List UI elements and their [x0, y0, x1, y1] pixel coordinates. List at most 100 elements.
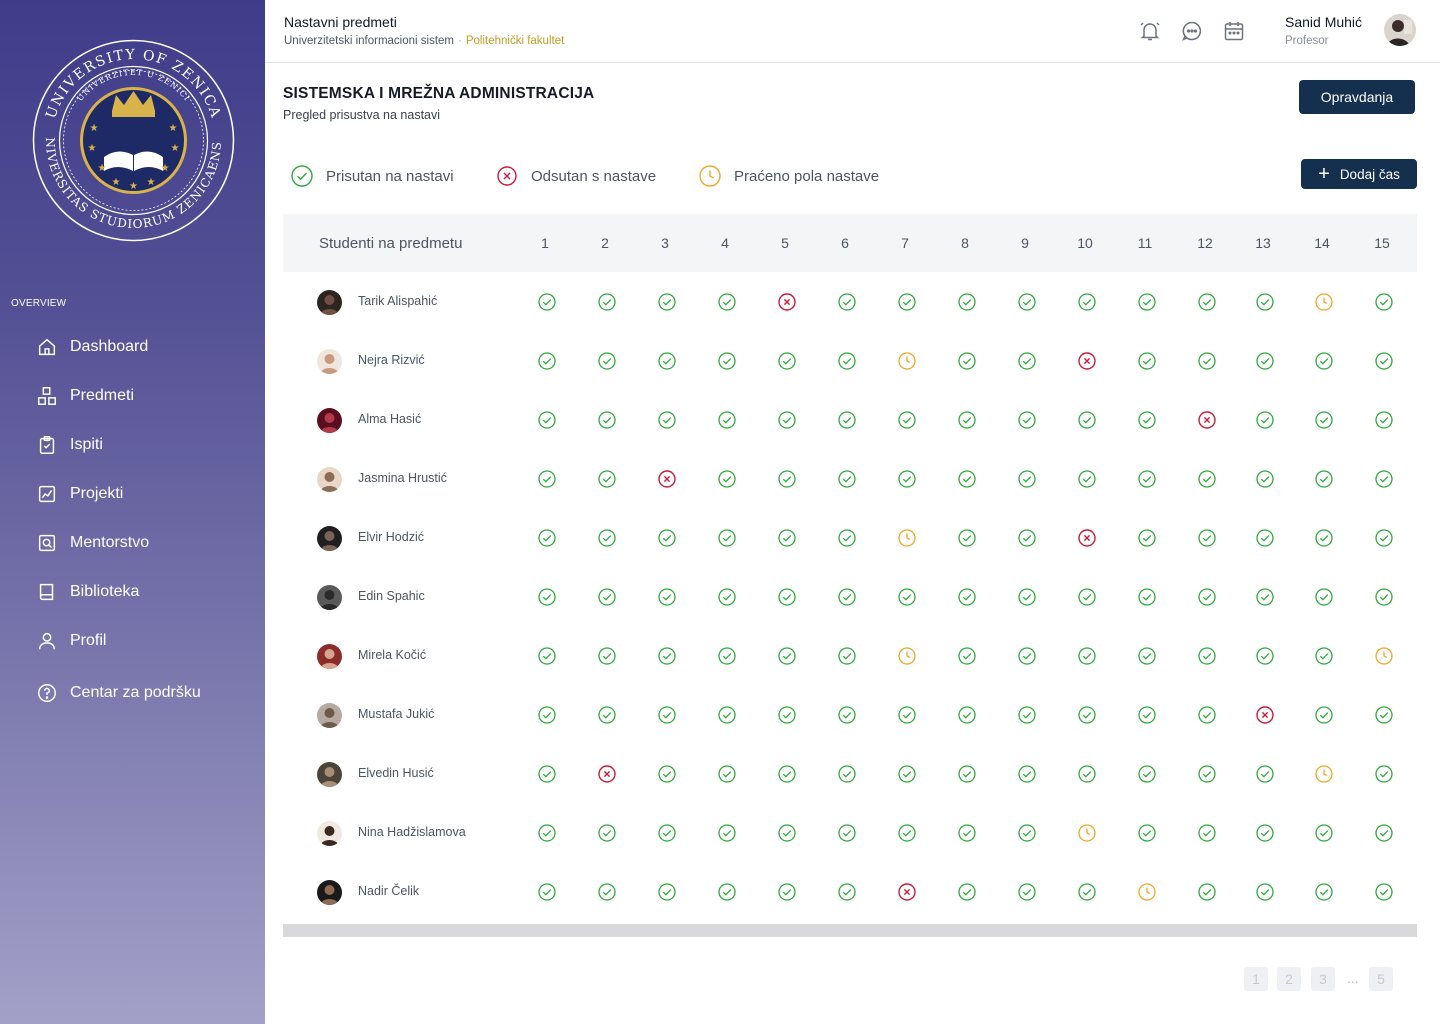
present-check-icon[interactable]: [1374, 823, 1394, 843]
present-check-icon[interactable]: [1077, 469, 1097, 489]
absent-x-icon[interactable]: [657, 469, 677, 489]
present-check-icon[interactable]: [1137, 587, 1157, 607]
present-check-icon[interactable]: [597, 882, 617, 902]
page-5-button[interactable]: 5: [1369, 967, 1393, 991]
present-check-icon[interactable]: [717, 764, 737, 784]
present-check-icon[interactable]: [1017, 646, 1037, 666]
present-check-icon[interactable]: [1255, 469, 1275, 489]
student-name[interactable]: Elvir Hodzić: [358, 530, 424, 544]
present-check-icon[interactable]: [1197, 528, 1217, 548]
present-check-icon[interactable]: [1017, 351, 1037, 371]
present-check-icon[interactable]: [837, 469, 857, 489]
sidebar-item-biblioteka[interactable]: Biblioteka: [36, 577, 139, 607]
present-check-icon[interactable]: [1255, 823, 1275, 843]
student-name[interactable]: Jasmina Hrustić: [358, 471, 447, 485]
present-check-icon[interactable]: [777, 882, 797, 902]
present-check-icon[interactable]: [1197, 705, 1217, 725]
present-check-icon[interactable]: [1017, 410, 1037, 430]
present-check-icon[interactable]: [1017, 469, 1037, 489]
page-2-button[interactable]: 2: [1277, 967, 1301, 991]
present-check-icon[interactable]: [957, 646, 977, 666]
present-check-icon[interactable]: [1314, 351, 1334, 371]
present-check-icon[interactable]: [657, 292, 677, 312]
present-check-icon[interactable]: [657, 587, 677, 607]
present-check-icon[interactable]: [1374, 469, 1394, 489]
present-check-icon[interactable]: [717, 587, 737, 607]
present-check-icon[interactable]: [1255, 351, 1275, 371]
half-clock-icon[interactable]: [897, 351, 917, 371]
present-check-icon[interactable]: [897, 764, 917, 784]
student-name[interactable]: Alma Hasić: [358, 412, 421, 426]
absent-x-icon[interactable]: [777, 292, 797, 312]
present-check-icon[interactable]: [597, 646, 617, 666]
present-check-icon[interactable]: [1314, 587, 1334, 607]
present-check-icon[interactable]: [1314, 410, 1334, 430]
half-clock-icon[interactable]: [1374, 646, 1394, 666]
present-check-icon[interactable]: [1137, 410, 1157, 430]
present-check-icon[interactable]: [837, 823, 857, 843]
present-check-icon[interactable]: [597, 351, 617, 371]
present-check-icon[interactable]: [1197, 351, 1217, 371]
present-check-icon[interactable]: [597, 292, 617, 312]
sidebar-item-centar-za-podrsku[interactable]: Centar za podršku: [36, 678, 201, 708]
present-check-icon[interactable]: [1077, 646, 1097, 666]
present-check-icon[interactable]: [837, 528, 857, 548]
half-clock-icon[interactable]: [1077, 823, 1097, 843]
sidebar-item-profil[interactable]: Profil: [36, 626, 106, 656]
present-check-icon[interactable]: [1255, 410, 1275, 430]
student-name[interactable]: Nadir Čelik: [358, 884, 419, 898]
present-check-icon[interactable]: [1197, 823, 1217, 843]
present-check-icon[interactable]: [897, 410, 917, 430]
present-check-icon[interactable]: [537, 469, 557, 489]
present-check-icon[interactable]: [717, 823, 737, 843]
present-check-icon[interactable]: [957, 351, 977, 371]
sidebar-item-mentorstvo[interactable]: Mentorstvo: [36, 528, 149, 558]
present-check-icon[interactable]: [837, 882, 857, 902]
present-check-icon[interactable]: [777, 646, 797, 666]
present-check-icon[interactable]: [957, 292, 977, 312]
present-check-icon[interactable]: [1077, 292, 1097, 312]
present-check-icon[interactable]: [957, 705, 977, 725]
present-check-icon[interactable]: [657, 705, 677, 725]
present-check-icon[interactable]: [837, 292, 857, 312]
absent-x-icon[interactable]: [897, 882, 917, 902]
present-check-icon[interactable]: [1017, 705, 1037, 725]
present-check-icon[interactable]: [1197, 882, 1217, 902]
present-check-icon[interactable]: [777, 351, 797, 371]
absent-x-icon[interactable]: [1197, 410, 1217, 430]
present-check-icon[interactable]: [1374, 410, 1394, 430]
present-check-icon[interactable]: [537, 292, 557, 312]
present-check-icon[interactable]: [717, 646, 737, 666]
present-check-icon[interactable]: [657, 528, 677, 548]
present-check-icon[interactable]: [777, 528, 797, 548]
horizontal-scrollbar[interactable]: [283, 924, 1417, 937]
present-check-icon[interactable]: [1017, 764, 1037, 784]
present-check-icon[interactable]: [1077, 587, 1097, 607]
present-check-icon[interactable]: [957, 469, 977, 489]
present-check-icon[interactable]: [1374, 705, 1394, 725]
present-check-icon[interactable]: [1255, 882, 1275, 902]
student-name[interactable]: Mustafa Jukić: [358, 707, 434, 721]
present-check-icon[interactable]: [1137, 764, 1157, 784]
present-check-icon[interactable]: [957, 764, 977, 784]
present-check-icon[interactable]: [537, 823, 557, 843]
present-check-icon[interactable]: [1374, 587, 1394, 607]
student-name[interactable]: Elvedin Husić: [358, 766, 434, 780]
present-check-icon[interactable]: [1314, 646, 1334, 666]
present-check-icon[interactable]: [777, 469, 797, 489]
present-check-icon[interactable]: [957, 410, 977, 430]
present-check-icon[interactable]: [1255, 292, 1275, 312]
sidebar-item-predmeti[interactable]: Predmeti: [36, 381, 134, 411]
student-name[interactable]: Mirela Kočić: [358, 648, 426, 662]
half-clock-icon[interactable]: [1314, 292, 1334, 312]
absent-x-icon[interactable]: [1077, 528, 1097, 548]
present-check-icon[interactable]: [537, 764, 557, 784]
present-check-icon[interactable]: [537, 351, 557, 371]
present-check-icon[interactable]: [837, 764, 857, 784]
present-check-icon[interactable]: [717, 469, 737, 489]
present-check-icon[interactable]: [957, 528, 977, 548]
present-check-icon[interactable]: [657, 823, 677, 843]
present-check-icon[interactable]: [657, 351, 677, 371]
present-check-icon[interactable]: [837, 351, 857, 371]
sidebar-item-projekti[interactable]: Projekti: [36, 479, 123, 509]
